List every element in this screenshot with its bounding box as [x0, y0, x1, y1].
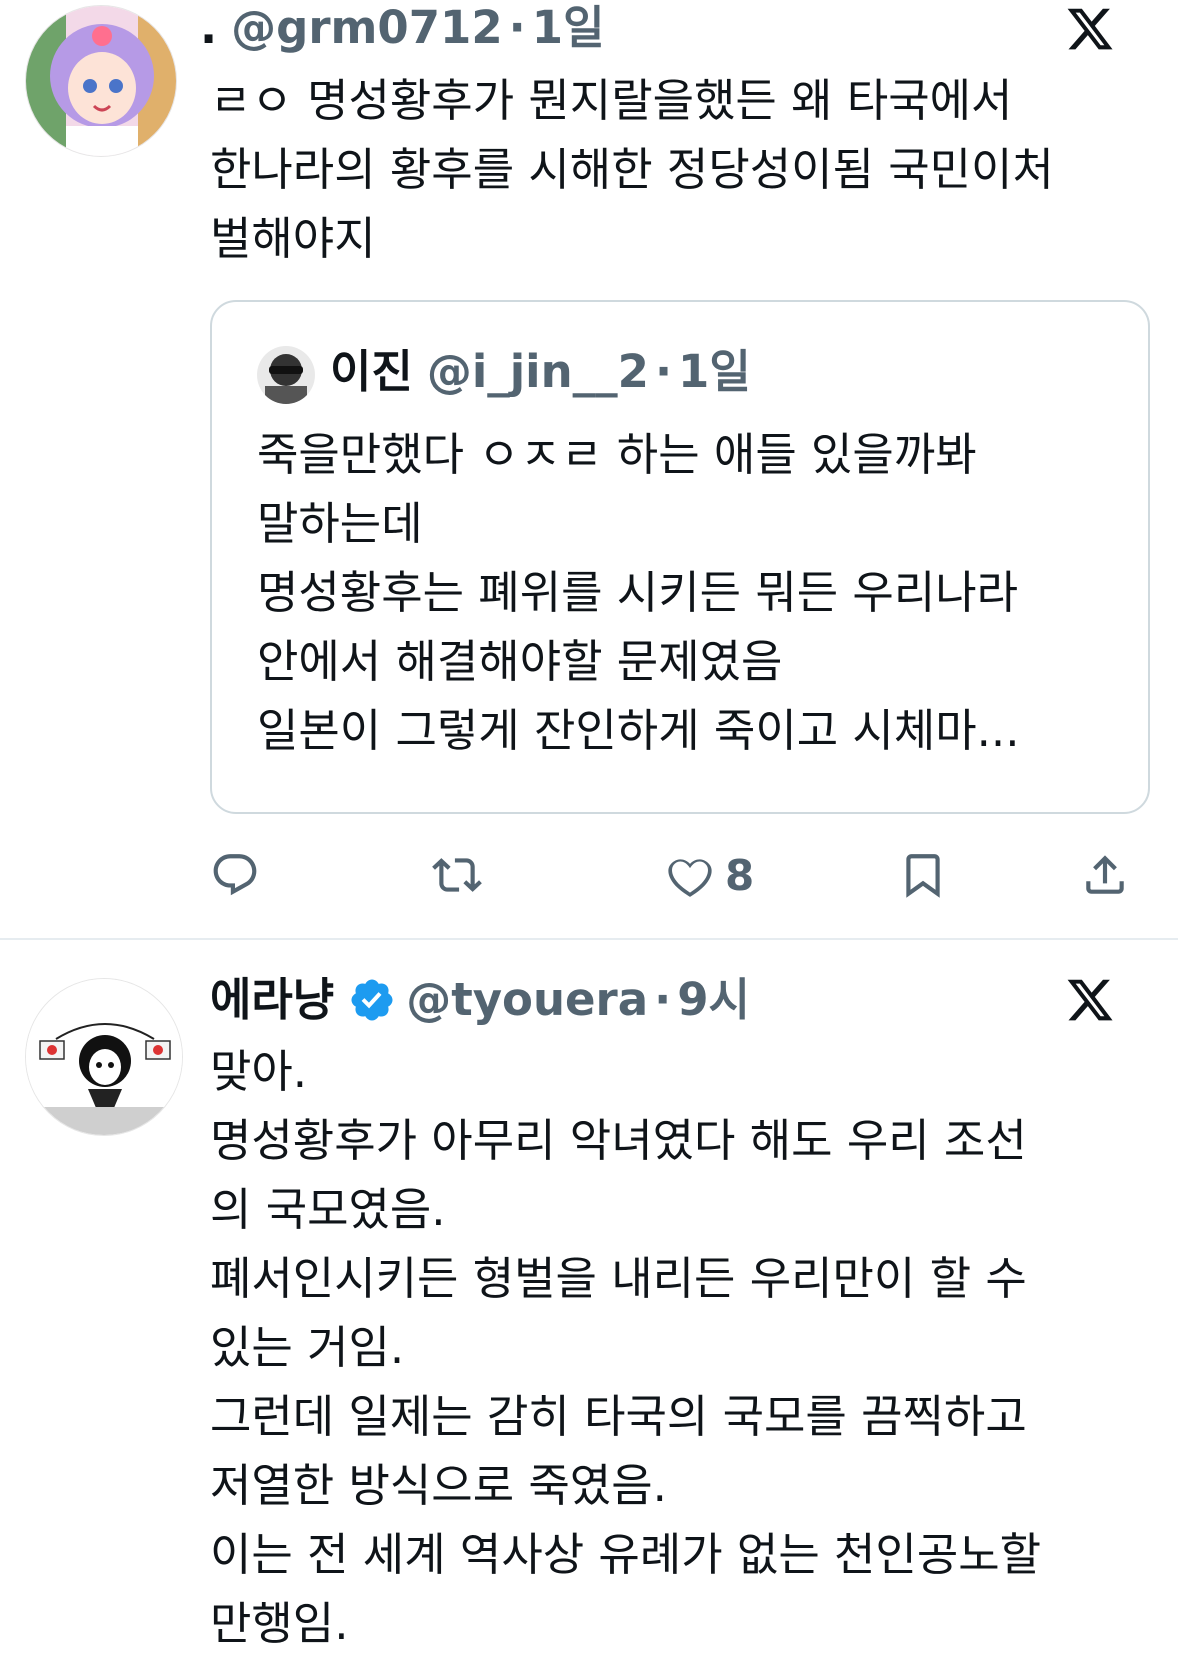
user-handle[interactable]: @grm0712: [231, 0, 503, 58]
timestamp[interactable]: 9시: [677, 970, 750, 1030]
drawn-avatar-image: [26, 979, 182, 1135]
tweet-text-line: ㄹㅇ 명성황후가 뭔지랄을했든 왜 타국에서: [210, 74, 1013, 127]
anime-avatar-image: [26, 6, 176, 156]
quoted-avatar: [257, 346, 315, 404]
like-button[interactable]: 8: [665, 845, 754, 905]
timestamp[interactable]: 1일: [532, 0, 605, 58]
tweet-header: 에라냥 @tyouera · 9시: [210, 970, 750, 1030]
quoted-text-line: 말하는데: [257, 497, 423, 550]
quoted-display-name: 이진: [330, 345, 413, 398]
reply-icon: [213, 854, 257, 896]
share-button[interactable]: [1080, 845, 1130, 905]
separator-dot: ·: [654, 973, 672, 1026]
quoted-avatar-image: [257, 346, 315, 404]
like-count: 8: [725, 850, 755, 900]
tweet-text-line: 그런데 일제는 감히 타국의 국모를 끔찍하고: [210, 1390, 1027, 1443]
quoted-text-line: 안에서 해결해야할 문제였음: [257, 635, 783, 688]
separator-dot: ·: [508, 1, 526, 54]
display-name[interactable]: 에라냥: [210, 970, 334, 1030]
verified-badge-icon: [351, 979, 393, 1021]
tweet-text-line: 만행임.: [210, 1597, 349, 1650]
tweet-text-line: 있는 거임.: [210, 1321, 405, 1374]
reply-button[interactable]: [210, 845, 260, 905]
tweet-text-line: 이는 전 세계 역사상 유례가 없는 천인공노할: [210, 1528, 1042, 1581]
avatar[interactable]: [25, 978, 183, 1136]
avatar[interactable]: [25, 5, 177, 157]
tweet-actions: 8: [210, 845, 1135, 905]
bookmark-button[interactable]: [898, 845, 948, 905]
display-name[interactable]: .: [200, 0, 217, 58]
retweet-button[interactable]: [432, 845, 482, 905]
quoted-tweet-text: 죽을만했다 ㅇㅈㄹ 하는 애들 있을까봐 말하는데 명성황후는 폐위를 시키든 …: [257, 420, 1020, 765]
quoted-tweet[interactable]: 이진 @i_jin__2 · 1일 죽을만했다 ㅇㅈㄹ 하는 애들 있을까봐 말…: [210, 300, 1150, 814]
tweet-divider: [0, 938, 1178, 940]
user-handle[interactable]: @tyouera: [406, 970, 648, 1030]
x-logo-icon: [1067, 8, 1113, 50]
tweet-text: ㄹㅇ 명성황후가 뭔지랄을했든 왜 타국에서 한나라의 황후를 시해한 정당성이…: [210, 66, 1054, 273]
separator-dot: ·: [654, 345, 673, 398]
tweet-text-line: 의 국모였음.: [210, 1183, 446, 1236]
quoted-text-line: 죽을만했다 ㅇㅈㄹ 하는 애들 있을까봐: [257, 428, 977, 481]
quoted-header: 이진 @i_jin__2 · 1일: [330, 342, 751, 402]
quoted-timestamp: 1일: [678, 345, 751, 398]
tweet-text-line: 한나라의 황후를 시해한 정당성이됨 국민이처: [210, 143, 1054, 196]
retweet-icon: [432, 858, 482, 892]
tweet-text-line: 벌해야지: [210, 212, 376, 265]
quoted-text-line: 명성황후는 폐위를 시키든 뭐든 우리나라: [257, 566, 1019, 619]
tweet-header: . @grm0712 · 1일: [200, 0, 604, 58]
tweet-text-line: 명성황후가 아무리 악녀였다 해도 우리 조선: [210, 1114, 1027, 1167]
tweet-text-line: 맞아.: [210, 1045, 308, 1098]
heart-icon: [668, 859, 712, 897]
x-logo-icon: [1067, 979, 1113, 1021]
quoted-user-handle: @i_jin__2: [426, 345, 649, 398]
quoted-text-line: 일본이 그렇게 잔인하게 죽이고 시체마...: [257, 704, 1020, 757]
tweet-text-line: 폐서인시키든 형벌을 내리든 우리만이 할 수: [210, 1252, 1027, 1305]
tweet-text: 맞아. 명성황후가 아무리 악녀였다 해도 우리 조선 의 국모였음. 폐서인시…: [210, 1037, 1041, 1658]
share-icon: [1086, 855, 1124, 894]
bookmark-icon: [906, 854, 940, 898]
tweet-text-line: 저열한 방식으로 죽였음.: [210, 1459, 667, 1512]
